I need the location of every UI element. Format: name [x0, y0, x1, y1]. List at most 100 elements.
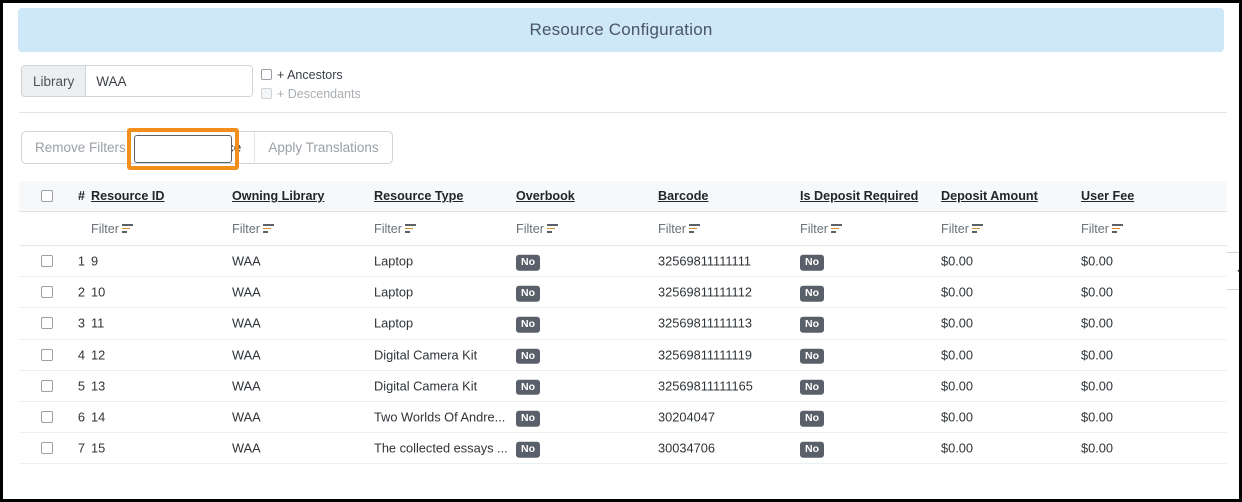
cell-resource-type: Two Worlds Of Andre...	[374, 410, 511, 425]
cell-is-deposit-required: No	[800, 283, 824, 302]
row-number: 2	[69, 285, 85, 300]
library-input-group[interactable]: Library	[21, 65, 253, 97]
column-header-resource-type[interactable]: Resource Type	[374, 189, 511, 203]
cell-deposit-amount: $0.00	[941, 347, 973, 362]
cell-resource-type: Digital Camera Kit	[374, 347, 511, 362]
filter-barcode[interactable]: Filter	[658, 222, 700, 236]
cell-deposit-amount: $0.00	[941, 254, 973, 269]
cell-resource-type: Laptop	[374, 316, 511, 331]
status-badge: No	[800, 286, 824, 302]
cell-overbook: No	[516, 377, 540, 396]
cell-is-deposit-required: No	[800, 345, 824, 364]
cell-barcode: 32569811111165	[658, 378, 753, 393]
row-number: 4	[69, 347, 85, 362]
filter-resource-type[interactable]: Filter	[374, 222, 511, 236]
cell-owning-library: WAA	[232, 285, 261, 300]
apply-translations-button[interactable]: Apply Translations	[255, 132, 391, 163]
column-header-barcode[interactable]: Barcode	[658, 189, 708, 203]
cell-resource-id: 11	[91, 316, 104, 331]
table-row[interactable]: 19WAALaptopNo32569811111111No$0.00$0.00	[19, 246, 1227, 277]
filter-icon	[972, 224, 983, 233]
cell-is-deposit-required: No	[800, 314, 824, 333]
filter-user-fee[interactable]: Filter	[1081, 222, 1123, 236]
cell-user-fee: $0.00	[1081, 254, 1113, 269]
filter-icon	[689, 224, 700, 233]
filter-label: Filter	[374, 222, 402, 236]
cell-resource-id: 10	[91, 285, 105, 300]
cell-user-fee: $0.00	[1081, 285, 1113, 300]
row-number: 1	[69, 254, 85, 269]
table-header-row: # Resource ID Owning Library Resource Ty…	[19, 181, 1227, 212]
cell-barcode: 30204047	[658, 410, 715, 425]
descendants-checkbox[interactable]	[261, 88, 272, 99]
status-badge: No	[800, 348, 824, 364]
page-title-bar: Resource Configuration	[18, 8, 1224, 52]
cell-deposit-amount: $0.00	[941, 410, 973, 425]
row-select-checkbox[interactable]	[41, 411, 53, 423]
row-select-checkbox[interactable]	[41, 317, 53, 329]
filter-resource-id[interactable]: Filter	[91, 222, 133, 236]
column-header-is-deposit-required[interactable]: Is Deposit Required	[800, 189, 918, 203]
filter-label: Filter	[658, 222, 686, 236]
library-input[interactable]	[86, 66, 252, 96]
filter-label: Filter	[91, 222, 119, 236]
scope-checkboxes: + Ancestors + Descendants	[261, 65, 361, 103]
filter-overbook[interactable]: Filter	[516, 222, 558, 236]
table-body: 19WAALaptopNo32569811111111No$0.00$0.002…	[19, 246, 1227, 464]
row-select-checkbox[interactable]	[41, 286, 53, 298]
column-header-resource-id[interactable]: Resource ID	[91, 189, 165, 203]
cell-deposit-amount: $0.00	[941, 285, 973, 300]
page-title: Resource Configuration	[530, 20, 713, 40]
cell-barcode: 32569811111113	[658, 316, 752, 331]
row-select-checkbox[interactable]	[41, 442, 53, 454]
status-badge: No	[800, 380, 824, 396]
table-row[interactable]: 412WAADigital Camera KitNo32569811111119…	[19, 340, 1227, 371]
cell-resource-id: 9	[91, 254, 98, 269]
row-select-checkbox[interactable]	[41, 349, 53, 361]
status-badge: No	[516, 348, 540, 364]
remove-filters-button[interactable]: Remove Filters	[22, 132, 140, 163]
cell-overbook: No	[516, 345, 540, 364]
new-resource-focus-outline	[134, 135, 232, 163]
filter-deposit-amount[interactable]: Filter	[941, 222, 983, 236]
filter-is-deposit-required[interactable]: Filter	[800, 222, 842, 236]
cell-overbook: No	[516, 314, 540, 333]
cell-resource-id: 14	[91, 410, 105, 425]
ancestors-checkbox-row[interactable]: + Ancestors	[261, 65, 361, 84]
cell-resource-type: Laptop	[374, 285, 511, 300]
cell-is-deposit-required: No	[800, 377, 824, 396]
ancestors-checkbox[interactable]	[261, 69, 272, 80]
status-badge: No	[800, 255, 824, 271]
table-row[interactable]: 513WAADigital Camera KitNo32569811111165…	[19, 371, 1227, 402]
cell-overbook: No	[516, 408, 540, 427]
table-row[interactable]: 311WAALaptopNo32569811111113No$0.00$0.00	[19, 308, 1227, 339]
filter-owning-library[interactable]: Filter	[232, 222, 274, 236]
resources-table: # Resource ID Owning Library Resource Ty…	[19, 181, 1227, 464]
column-header-owning-library[interactable]: Owning Library	[232, 189, 324, 203]
row-select-checkbox[interactable]	[41, 380, 53, 392]
row-number: 6	[69, 410, 85, 425]
column-header-deposit-amount[interactable]: Deposit Amount	[941, 189, 1038, 203]
status-badge: No	[800, 411, 824, 427]
table-row[interactable]: 715WAAThe collected essays ...No30034706…	[19, 433, 1227, 464]
column-header-overbook[interactable]: Overbook	[516, 189, 575, 203]
table-row[interactable]: 2 10 WAA Laptop No 32569811111112 No $0.00 $0.00	[19, 277, 1227, 308]
status-badge: No	[800, 317, 824, 333]
row-number: 3	[69, 316, 85, 331]
cell-resource-type: Laptop	[374, 254, 511, 269]
descendants-checkbox-row[interactable]: + Descendants	[261, 84, 361, 103]
cell-overbook: No	[516, 283, 540, 302]
row-number-header: #	[69, 189, 85, 203]
filter-icon	[122, 224, 133, 233]
status-badge: No	[516, 286, 540, 302]
filter-label: Filter	[800, 222, 828, 236]
row-select-checkbox[interactable]	[41, 255, 53, 267]
table-row[interactable]: 614WAATwo Worlds Of Andre...No30204047No…	[19, 402, 1227, 433]
cell-barcode: 32569811111112	[658, 285, 752, 300]
cell-barcode: 32569811111119	[658, 347, 752, 362]
cell-barcode: 32569811111111	[658, 254, 751, 269]
select-all-checkbox[interactable]	[41, 190, 53, 202]
filter-label: Filter	[516, 222, 544, 236]
filter-icon	[1112, 224, 1123, 233]
column-header-user-fee[interactable]: User Fee	[1081, 189, 1134, 203]
